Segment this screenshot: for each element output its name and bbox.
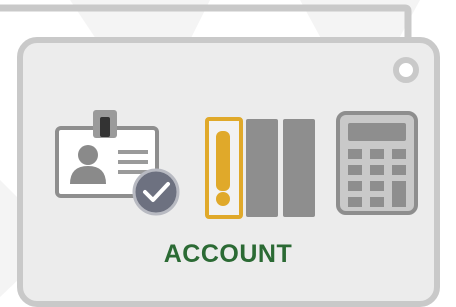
binders-icon — [205, 117, 315, 219]
card-title: ACCOUNT — [163, 240, 293, 268]
id-badge-icon — [55, 110, 180, 216]
calculator-icon — [336, 111, 418, 215]
connector-port — [393, 57, 419, 83]
